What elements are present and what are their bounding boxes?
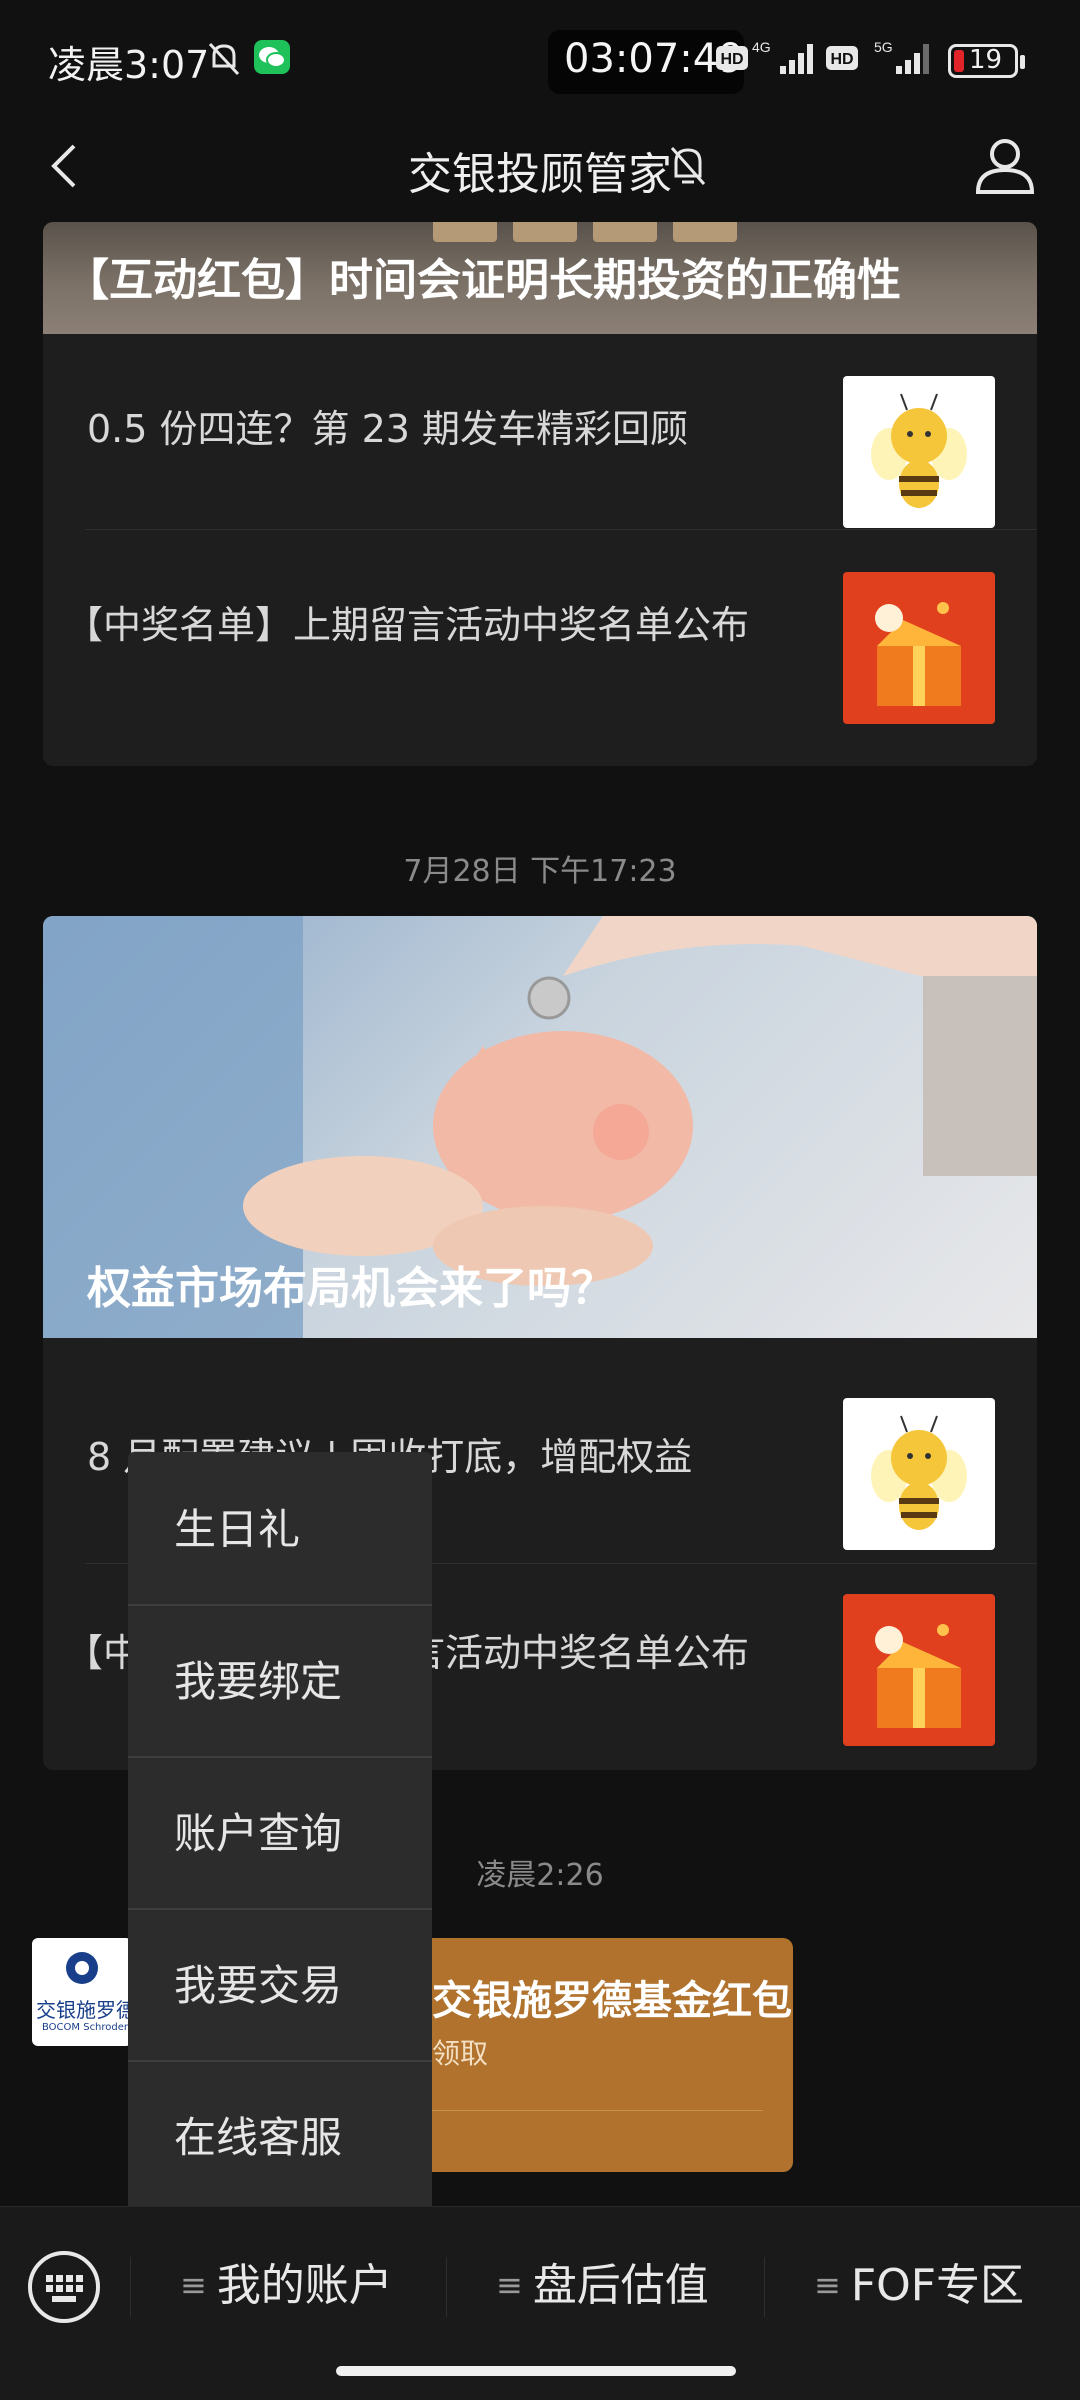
page-title: 交银投顾管家 [408,149,672,200]
tab-my-account[interactable]: ≡ 我的账户 [180,2249,393,2325]
status-time: 凌晨3:07 [48,43,210,87]
article-row[interactable]: 0.5 份四连？第 23 期发车精彩回顾 [43,334,1037,530]
gift-box-thumbnail [843,1594,995,1746]
tab-fof-zone[interactable]: ≡ FOF专区 [814,2249,1024,2325]
article-title: 0.5 份四连？第 23 期发车精彩回顾 [87,407,689,451]
battery-level: 19 [969,45,1003,75]
battery-icon: 19 [948,44,1025,78]
gift-box-thumbnail [843,572,995,724]
tab-after-hours-valuation[interactable]: ≡ 盘后估值 [496,2249,709,2325]
article-banner[interactable]: 【互动红包】时间会证明长期投资的正确性 [43,222,1037,334]
message-timestamp: 7月28日 下午17:23 [403,854,677,889]
keyboard-icon[interactable] [26,2249,102,2325]
submenu-popup: 生日礼 我要绑定 账户查询 我要交易 在线客服 [128,1452,432,2206]
menu-item-label: 我要交易 [174,1961,343,2010]
tab-label: FOF专区 [850,2260,1025,2311]
menu-item-birthday-gift[interactable]: 生日礼 [128,1452,432,1604]
menu-lines-icon: ≡ [180,2266,207,2304]
svg-text:HD: HD [830,51,853,68]
svg-text:5G: 5G [874,39,893,55]
article-title: 【中奖名单】上期留言活动中奖名单公布 [65,603,750,647]
menu-item-label: 我要绑定 [174,1657,343,1706]
piggy-bank-banner[interactable]: 权益市场布局机会来了吗？ [43,916,1037,1338]
article-card[interactable]: 【互动红包】时间会证明长期投资的正确性 0.5 份四连？第 23 期发车精彩回顾… [43,222,1037,766]
article-banner-title: 【互动红包】时间会证明长期投资的正确性 [65,255,901,306]
user-profile-icon[interactable] [972,132,1038,198]
article-row[interactable]: 【中奖名单】上期留言活动中奖名单公布 [43,530,1037,726]
menu-item-bind[interactable]: 我要绑定 [128,1604,432,1756]
tab-label: 我的账户 [216,2260,393,2311]
account-avatar[interactable]: 交银施罗德 BOCOM Schroders [32,1938,132,2046]
bee-mascot-thumbnail [843,376,995,528]
svg-text:4G: 4G [752,39,771,55]
status-bar: 凌晨3:07 03:07:49 HD 4G HD 5G 19 [0,0,1080,120]
tab-label: 盘后估值 [532,2260,709,2311]
home-indicator[interactable] [336,2366,736,2376]
avatar-logo-name: 交银施罗德 [36,1998,132,2022]
menu-lines-icon: ≡ [496,2266,523,2304]
signal-5g-icon: HD 5G [826,39,929,74]
menu-item-label: 生日礼 [174,1505,301,1554]
bee-mascot-thumbnail [843,1398,995,1550]
svg-text:HD: HD [720,51,743,68]
menu-item-customer-service[interactable]: 在线客服 [128,2060,432,2212]
menu-item-account-query[interactable]: 账户查询 [128,1756,432,1908]
mute-bell-icon [670,147,706,185]
signal-4g-icon: HD 4G [716,39,813,74]
avatar-logo-sub: BOCOM Schroders [42,2022,132,2033]
red-packet-subtitle: 领取 [432,2037,489,2070]
wechat-icon [254,40,290,74]
bell-muted-icon [208,42,240,76]
nav-bar: 交银投顾管家 [0,120,1080,220]
red-packet-title: 交银施罗德基金红包 [432,1978,792,2024]
article-banner-title: 权益市场布局机会来了吗？ [87,1263,615,1314]
menu-item-label: 账户查询 [174,1809,343,1858]
menu-item-trade[interactable]: 我要交易 [128,1908,432,2060]
menu-item-label: 在线客服 [174,2113,343,2162]
menu-lines-icon: ≡ [814,2266,841,2304]
